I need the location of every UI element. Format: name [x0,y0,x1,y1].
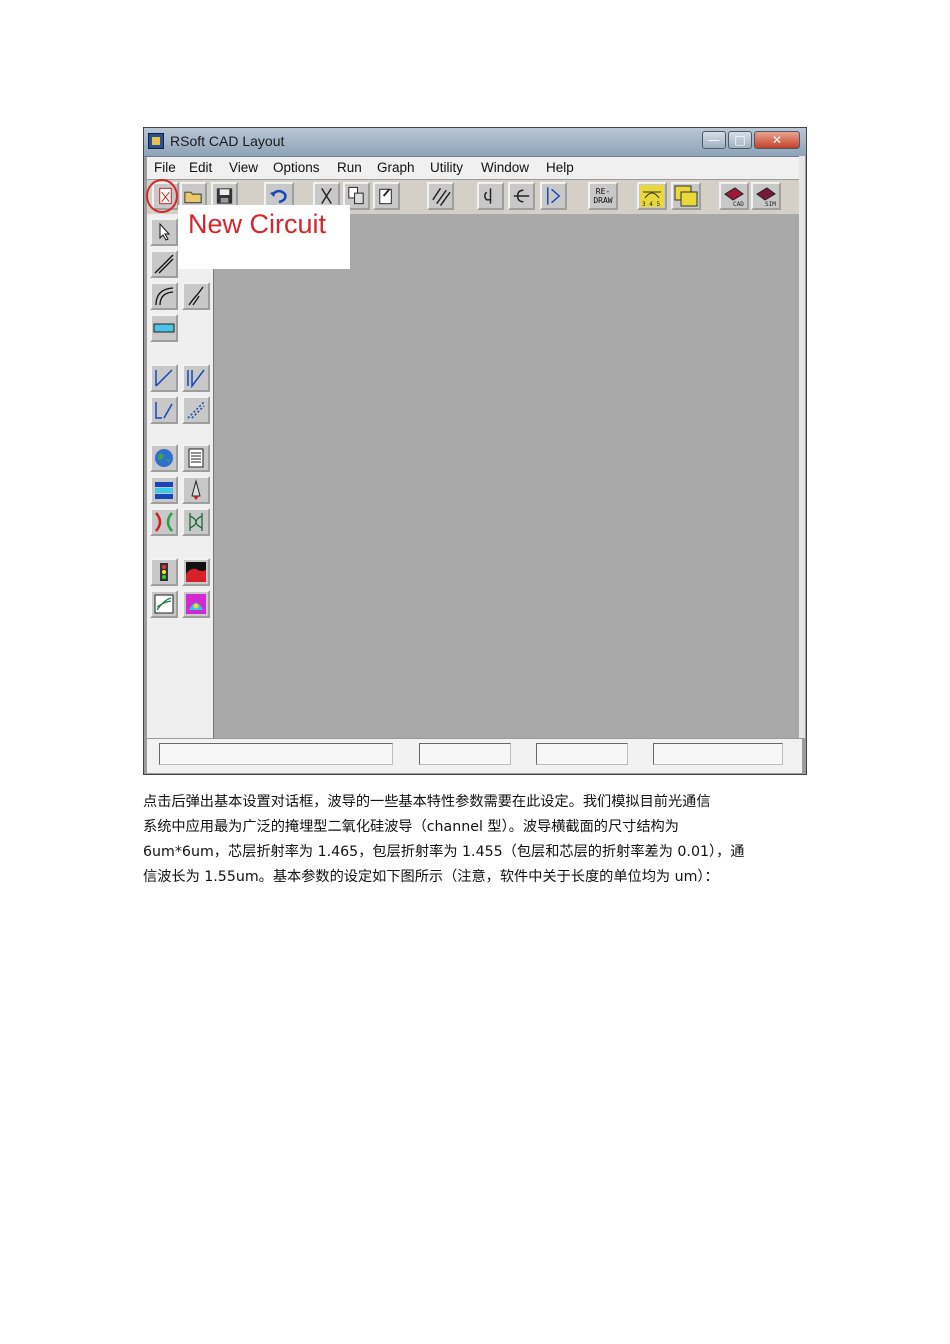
globe-icon [155,449,173,467]
svg-text:CAD: CAD [733,201,744,208]
menu-run[interactable]: Run [337,160,362,175]
layers-tool[interactable] [150,476,178,504]
layers-icon [155,482,173,499]
coupler-tool[interactable] [150,508,178,536]
new-circuit-callout: New Circuit [178,205,350,269]
mirror-icon [547,187,561,205]
s-bend-tool[interactable] [182,282,210,310]
graph-icon [154,594,174,614]
menu-help[interactable]: Help [546,160,574,175]
status-field-3 [536,743,628,765]
graph-tool[interactable] [150,590,178,618]
extend-icon [155,402,173,419]
flip-button[interactable] [508,182,535,210]
offset-icon [187,401,205,419]
edit-vertex-tool[interactable] [150,364,178,392]
redraw-button[interactable]: RE- DRAW [588,182,618,210]
svg-text:3 4 5: 3 4 5 [642,201,660,208]
sim-button[interactable]: SIM [751,182,781,210]
menu-bar: File Edit View Options Run Graph Utility… [147,157,802,179]
edit-vertex-icon [155,369,173,387]
paste-icon [379,188,392,205]
profile-icon [186,562,206,582]
pointer-tool[interactable] [150,218,178,246]
title-bar[interactable]: RSoft CAD Layout — □ ✕ [144,128,806,157]
tool-palette [147,214,214,738]
extend-tool[interactable] [150,396,178,424]
vertical-scrollbar[interactable] [799,156,805,738]
status-field-2 [419,743,511,765]
globe-tool[interactable] [150,444,178,472]
paragraph-line: 6um*6um，芯层折射率为 1.465，包层折射率为 1.455（包层和芯层的… [143,844,745,860]
menu-file[interactable]: File [154,160,176,175]
windows-icon [674,185,698,207]
highlight-circle [146,179,178,213]
cad-book-icon: CAD [724,187,744,208]
paragraph-line: 信波长为 1.55um。基本参数的设定如下图所示（注意，软件中关于长度的单位均为… [143,869,719,885]
notes-icon [188,448,204,468]
windows-button[interactable] [671,182,701,210]
svg-text:SIM: SIM [765,201,776,208]
status-bar [147,738,802,773]
cad-button[interactable]: CAD [719,182,749,210]
body-paragraph: 点击后弹出基本设置对话框，波导的一些基本特性参数需要在此设定。我们模拟目前光通信… [143,790,813,890]
app-icon [148,133,164,149]
array-button[interactable] [427,182,454,210]
menu-window[interactable]: Window [481,160,529,175]
paragraph-line: 点击后弹出基本设置对话框，波导的一些基本特性参数需要在此设定。我们模拟目前光通信 [143,794,711,810]
display-icon: 3 4 5 [640,185,664,208]
layout-canvas[interactable] [214,214,799,738]
text-label-icon [153,323,175,333]
offset-tool[interactable] [182,396,210,424]
mode-tool[interactable] [182,508,210,536]
hatch-icon [432,187,451,207]
mode-view-tool[interactable] [182,590,210,618]
redraw-icon: RE- DRAW [593,187,613,205]
display-button[interactable]: 3 4 5 [637,182,667,210]
arc-segment-tool[interactable] [150,282,178,310]
monitor-tool[interactable] [150,558,178,586]
straight-segment-icon [154,254,174,274]
s-bend-icon [188,286,204,306]
profile-tool[interactable] [182,558,210,586]
rotate-icon [484,188,492,204]
taper-icon [187,369,205,389]
minimize-button[interactable]: — [702,131,726,149]
menu-utility[interactable]: Utility [430,160,463,175]
text-label-tool[interactable] [150,314,178,342]
status-field-4 [653,743,783,765]
menu-options[interactable]: Options [273,160,320,175]
close-button[interactable]: ✕ [754,131,800,149]
rotate-button[interactable] [477,182,504,210]
launch-icon [191,479,201,500]
monitor-icon [160,563,168,581]
sim-book-icon: SIM [756,187,776,208]
flip-icon [513,189,530,203]
menu-view[interactable]: View [229,160,258,175]
arc-segment-icon [155,287,174,306]
mirror-button[interactable] [540,182,567,210]
status-field-1 [159,743,393,765]
paragraph-line: 系统中应用最为广泛的掩埋型二氧化硅波导（channel 型）。波导横截面的尺寸结… [143,819,679,835]
straight-segment-tool[interactable] [150,250,178,278]
menu-graph[interactable]: Graph [377,160,415,175]
menu-edit[interactable]: Edit [189,160,212,175]
notes-tool[interactable] [182,444,210,472]
taper-tool[interactable] [182,364,210,392]
mode-icon [189,513,203,531]
callout-label: New Circuit [188,209,327,239]
maximize-button[interactable]: □ [728,131,752,149]
launch-tool[interactable] [182,476,210,504]
pointer-icon [159,222,171,241]
window-title: RSoft CAD Layout [170,133,285,149]
paste-button[interactable] [373,182,400,210]
mode-view-icon [186,594,206,614]
coupler-icon [155,512,173,532]
